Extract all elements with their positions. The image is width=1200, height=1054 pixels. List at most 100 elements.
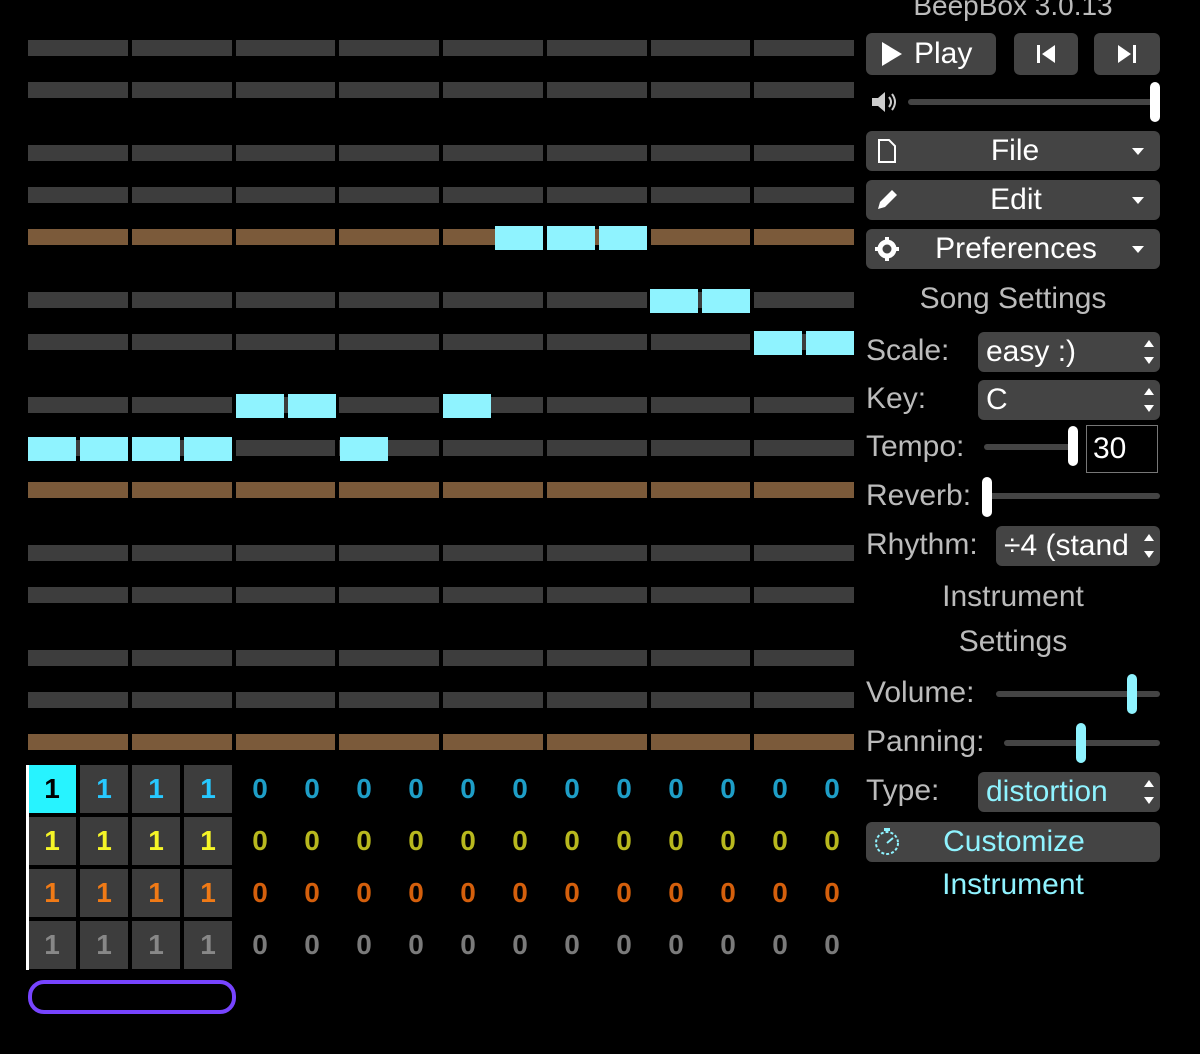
pattern-cell[interactable]: 0 bbox=[392, 869, 440, 917]
pattern-cell[interactable]: 0 bbox=[392, 765, 440, 813]
pattern-cell[interactable]: 0 bbox=[600, 765, 648, 813]
pitch-row[interactable] bbox=[28, 40, 854, 56]
note[interactable] bbox=[28, 437, 76, 461]
pattern-cell[interactable]: 1 bbox=[184, 817, 232, 865]
pattern-cell[interactable]: 0 bbox=[808, 817, 856, 865]
pattern-cell[interactable]: 0 bbox=[756, 765, 804, 813]
pattern-cell[interactable]: 0 bbox=[496, 869, 544, 917]
pattern-cell[interactable]: 0 bbox=[808, 765, 856, 813]
loop-selector[interactable] bbox=[28, 980, 236, 1014]
pattern-cell[interactable]: 0 bbox=[704, 869, 752, 917]
tempo-slider[interactable] bbox=[984, 444, 1076, 450]
pattern-cell[interactable]: 0 bbox=[288, 765, 336, 813]
pattern-editor[interactable] bbox=[0, 0, 860, 760]
note[interactable] bbox=[702, 289, 750, 313]
pattern-cell[interactable]: 0 bbox=[808, 869, 856, 917]
customize-instrument-button[interactable]: Customize bbox=[866, 822, 1160, 862]
pattern-cell[interactable]: 0 bbox=[496, 817, 544, 865]
pattern-cell[interactable]: 0 bbox=[236, 921, 284, 969]
pattern-cell[interactable]: 0 bbox=[236, 765, 284, 813]
note[interactable] bbox=[340, 437, 388, 461]
pitch-row[interactable] bbox=[28, 397, 854, 413]
key-select[interactable]: C bbox=[978, 380, 1160, 420]
pattern-cell[interactable]: 0 bbox=[548, 869, 596, 917]
note[interactable] bbox=[132, 437, 180, 461]
pitch-row[interactable] bbox=[28, 587, 854, 603]
pattern-cell[interactable]: 0 bbox=[600, 869, 648, 917]
pattern-cell[interactable]: 1 bbox=[80, 765, 128, 813]
pattern-cell[interactable]: 0 bbox=[756, 921, 804, 969]
panning-thumb[interactable] bbox=[1076, 723, 1086, 763]
pitch-row[interactable] bbox=[28, 692, 854, 708]
pattern-cell[interactable]: 0 bbox=[444, 921, 492, 969]
master-volume-slider[interactable] bbox=[908, 99, 1158, 105]
note[interactable] bbox=[495, 226, 543, 250]
next-bar-button[interactable] bbox=[1094, 33, 1160, 75]
pattern-cell[interactable]: 1 bbox=[184, 765, 232, 813]
pattern-cell[interactable]: 0 bbox=[600, 817, 648, 865]
pitch-row[interactable] bbox=[28, 545, 854, 561]
pattern-cell[interactable]: 1 bbox=[80, 921, 128, 969]
note[interactable] bbox=[80, 437, 128, 461]
pattern-cell[interactable]: 0 bbox=[236, 869, 284, 917]
pitch-row[interactable] bbox=[28, 82, 854, 98]
note[interactable] bbox=[288, 394, 336, 418]
octave-row[interactable] bbox=[28, 482, 854, 498]
pattern-cell[interactable]: 1 bbox=[28, 817, 76, 865]
pattern-cell[interactable]: 1 bbox=[132, 765, 180, 813]
pattern-cell[interactable]: 0 bbox=[496, 921, 544, 969]
instrument-volume-thumb[interactable] bbox=[1127, 674, 1137, 714]
note[interactable] bbox=[547, 226, 595, 250]
pattern-cell[interactable]: 0 bbox=[704, 921, 752, 969]
octave-row[interactable] bbox=[28, 229, 854, 245]
reverb-slider[interactable] bbox=[984, 493, 1160, 499]
pattern-cell[interactable]: 0 bbox=[340, 765, 388, 813]
pattern-cell[interactable]: 1 bbox=[184, 921, 232, 969]
pattern-cell[interactable]: 1 bbox=[132, 921, 180, 969]
pitch-row[interactable] bbox=[28, 334, 854, 350]
pitch-row[interactable] bbox=[28, 187, 854, 203]
pattern-cell[interactable]: 0 bbox=[548, 765, 596, 813]
note[interactable] bbox=[599, 226, 647, 250]
octave-row[interactable] bbox=[28, 734, 854, 750]
note[interactable] bbox=[236, 394, 284, 418]
note[interactable] bbox=[806, 331, 854, 355]
preferences-menu[interactable]: Preferences bbox=[866, 229, 1160, 269]
rhythm-select[interactable]: ÷4 (stand bbox=[996, 526, 1160, 566]
pattern-cell[interactable]: 0 bbox=[652, 817, 700, 865]
pattern-cell[interactable]: 0 bbox=[600, 921, 648, 969]
pattern-cell[interactable]: 0 bbox=[704, 765, 752, 813]
tempo-input[interactable]: 30 bbox=[1086, 425, 1158, 473]
pattern-cell[interactable]: 0 bbox=[392, 921, 440, 969]
pattern-cell[interactable]: 0 bbox=[444, 817, 492, 865]
pattern-cell[interactable]: 0 bbox=[340, 817, 388, 865]
pattern-cell[interactable]: 0 bbox=[236, 817, 284, 865]
note[interactable] bbox=[443, 394, 491, 418]
tempo-thumb[interactable] bbox=[1068, 426, 1078, 466]
prev-bar-button[interactable] bbox=[1014, 33, 1078, 75]
pattern-cell[interactable]: 0 bbox=[548, 817, 596, 865]
scale-select[interactable]: easy :) bbox=[978, 332, 1160, 372]
pattern-cell[interactable]: 0 bbox=[392, 817, 440, 865]
pattern-cell[interactable]: 0 bbox=[444, 765, 492, 813]
pattern-cell[interactable]: 0 bbox=[340, 869, 388, 917]
master-volume-thumb[interactable] bbox=[1150, 82, 1160, 122]
pattern-cell[interactable]: 1 bbox=[28, 869, 76, 917]
pattern-cell[interactable]: 1 bbox=[80, 817, 128, 865]
pattern-cell[interactable]: 0 bbox=[652, 869, 700, 917]
customize-label-2[interactable]: Instrument bbox=[866, 868, 1160, 902]
note[interactable] bbox=[650, 289, 698, 313]
file-menu[interactable]: File bbox=[866, 131, 1160, 171]
reverb-thumb[interactable] bbox=[982, 477, 992, 517]
pattern-cell[interactable]: 1 bbox=[28, 921, 76, 969]
edit-menu[interactable]: Edit bbox=[866, 180, 1160, 220]
pattern-cell[interactable]: 0 bbox=[808, 921, 856, 969]
pattern-cell[interactable]: 0 bbox=[340, 921, 388, 969]
pattern-cell[interactable]: 0 bbox=[288, 921, 336, 969]
play-button[interactable]: Play bbox=[866, 33, 996, 75]
type-select[interactable]: distortion bbox=[978, 772, 1160, 812]
pattern-cell[interactable]: 0 bbox=[548, 921, 596, 969]
pattern-cell[interactable]: 1 bbox=[80, 869, 128, 917]
pattern-cell[interactable]: 0 bbox=[496, 765, 544, 813]
pattern-cell[interactable]: 0 bbox=[652, 921, 700, 969]
